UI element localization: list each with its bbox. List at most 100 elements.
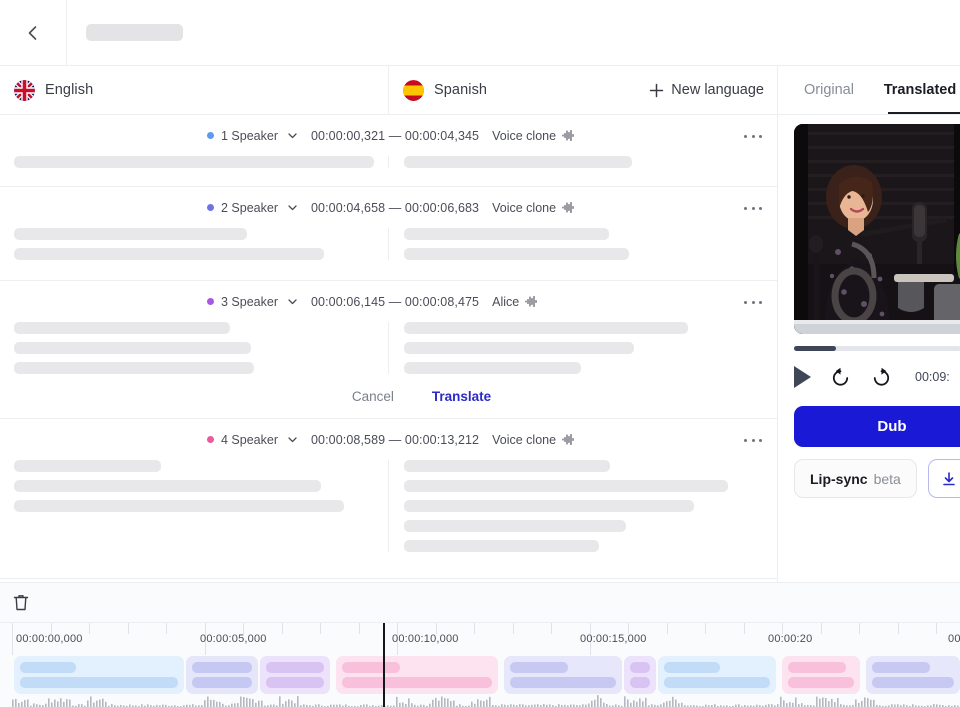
uk-flag-icon	[14, 79, 35, 101]
timeline-clip[interactable]	[504, 656, 622, 694]
source-language-tab[interactable]: English	[0, 66, 388, 115]
text-line-placeholder	[14, 248, 324, 260]
segment-spacer	[0, 168, 777, 186]
waveform-icon	[562, 130, 574, 141]
clip-bar	[664, 662, 720, 673]
timeline-clip[interactable]	[624, 656, 656, 694]
segment-row[interactable]: 4 Speaker 00:00:08,589 — 00:00:13,212 Voic…	[0, 419, 777, 579]
segment-row[interactable]: 1 Speaker 00:00:00,321 — 00:00:04,345 Voic…	[0, 115, 777, 187]
speaker-label: 1 Speaker	[221, 128, 278, 143]
voice-selector[interactable]: Voice clone	[492, 433, 575, 447]
target-text-pane[interactable]	[388, 156, 777, 168]
clip-bar	[192, 677, 252, 688]
target-text-pane[interactable]	[388, 322, 777, 374]
dub-button-label: Dub	[877, 418, 907, 435]
text-line-placeholder	[14, 480, 321, 492]
timeline-clips[interactable]	[0, 656, 960, 694]
timeline-ruler[interactable]: 00:00:00,000 00:00:05,000 00:00:10,000 00:0…	[0, 623, 960, 655]
source-text-pane[interactable]	[0, 228, 388, 260]
segment-body	[0, 228, 777, 260]
clip-bar	[342, 677, 492, 688]
segment-time-range: 00:00:00,321 — 00:00:04,345	[310, 128, 480, 143]
video-progress-fill	[794, 346, 836, 351]
voice-selector[interactable]: Voice clone	[492, 201, 575, 215]
segment-menu-button[interactable]	[744, 201, 762, 215]
clip-bar	[20, 662, 76, 673]
speaker-selector[interactable]: 4 Speaker	[207, 433, 298, 447]
segment-list[interactable]: 1 Speaker 00:00:00,321 — 00:00:04,345 Voic…	[0, 115, 777, 582]
segment-spacer	[0, 260, 777, 280]
voice-selector[interactable]: Alice	[492, 295, 538, 309]
ruler-minor-tick	[744, 623, 745, 634]
ruler-minor-tick	[128, 623, 129, 634]
new-language-button[interactable]: New language	[649, 82, 764, 98]
segment-spacer	[0, 552, 777, 578]
tab-original[interactable]: Original	[778, 65, 880, 114]
play-icon[interactable]	[794, 366, 811, 388]
top-bar	[0, 0, 960, 66]
text-line-placeholder	[14, 500, 344, 512]
source-text-pane[interactable]	[0, 322, 388, 374]
speaker-color-dot	[207, 204, 214, 211]
preview-tabs: Original Translated	[777, 66, 960, 115]
speaker-selector[interactable]: 3 Speaker	[207, 295, 298, 309]
speaker-selector[interactable]: 1 Speaker	[207, 129, 298, 143]
download-button[interactable]: D	[927, 459, 960, 498]
lip-sync-button[interactable]: Lip-sync beta	[794, 459, 917, 498]
trash-icon[interactable]	[12, 593, 30, 612]
segment-menu-button[interactable]	[744, 295, 762, 309]
playhead[interactable]	[383, 623, 385, 707]
back-button[interactable]	[0, 0, 67, 65]
text-line-placeholder	[14, 460, 161, 472]
text-line-placeholder	[404, 156, 632, 168]
speaker-selector[interactable]: 2 Speaker	[207, 201, 298, 215]
ruler-time-label: 00:00:05,000	[200, 633, 267, 645]
timeline-clip[interactable]	[260, 656, 330, 694]
cancel-button[interactable]: Cancel	[352, 389, 394, 404]
ruler-minor-tick	[89, 623, 90, 634]
video-preview[interactable]	[794, 124, 960, 334]
dub-button[interactable]: Dub	[794, 406, 960, 447]
project-title[interactable]	[67, 0, 960, 65]
source-text-pane[interactable]	[0, 460, 388, 512]
timeline-clip[interactable]	[658, 656, 776, 694]
timeline-clip[interactable]	[186, 656, 258, 694]
chevron-down-icon	[288, 133, 297, 139]
voice-label: Alice	[492, 294, 520, 309]
source-text-pane[interactable]	[0, 156, 388, 168]
lip-sync-beta-badge: beta	[873, 470, 901, 487]
timeline-clip[interactable]	[14, 656, 184, 694]
segment-row[interactable]: 2 Speaker 00:00:04,658 — 00:00:06,683 Voic…	[0, 187, 777, 281]
text-line-placeholder	[14, 362, 254, 374]
ruler-time-label: 00:00:00,000	[16, 633, 83, 645]
segment-menu-button[interactable]	[744, 129, 762, 143]
speaker-color-dot	[207, 298, 214, 305]
video-progress-bar[interactable]	[794, 346, 960, 351]
chevron-left-icon	[28, 25, 37, 40]
timeline-clip[interactable]	[336, 656, 498, 694]
ruler-minor-tick	[320, 623, 321, 634]
text-line-placeholder	[404, 460, 610, 472]
target-text-pane[interactable]	[388, 460, 777, 552]
timeline-clip[interactable]	[866, 656, 960, 694]
ruler-minor-tick	[898, 623, 899, 634]
segment-menu-button[interactable]	[744, 433, 762, 447]
text-line-placeholder	[404, 362, 581, 374]
text-line-placeholder	[14, 342, 251, 354]
forward-10-icon[interactable]	[870, 366, 893, 389]
clip-bar	[266, 677, 324, 688]
translate-button[interactable]: Translate	[432, 389, 491, 404]
voice-selector[interactable]: Voice clone	[492, 129, 575, 143]
rewind-10-icon[interactable]	[829, 366, 852, 389]
target-language-tab[interactable]: Spanish New language	[388, 65, 777, 115]
clip-bar	[266, 662, 324, 673]
tab-translated[interactable]: Translated	[880, 65, 960, 114]
segment-row[interactable]: 3 Speaker 00:00:06,145 — 00:00:08,475 Alic…	[0, 281, 777, 419]
speaker-label: 2 Speaker	[221, 200, 278, 215]
segment-body	[0, 322, 777, 374]
timeline-clip[interactable]	[782, 656, 860, 694]
target-text-pane[interactable]	[388, 228, 777, 260]
segment-header: 2 Speaker 00:00:04,658 — 00:00:06,683 Voic…	[0, 187, 777, 228]
tab-translated-label: Translated	[883, 81, 957, 98]
language-bar: English Spanish New language	[0, 65, 777, 115]
